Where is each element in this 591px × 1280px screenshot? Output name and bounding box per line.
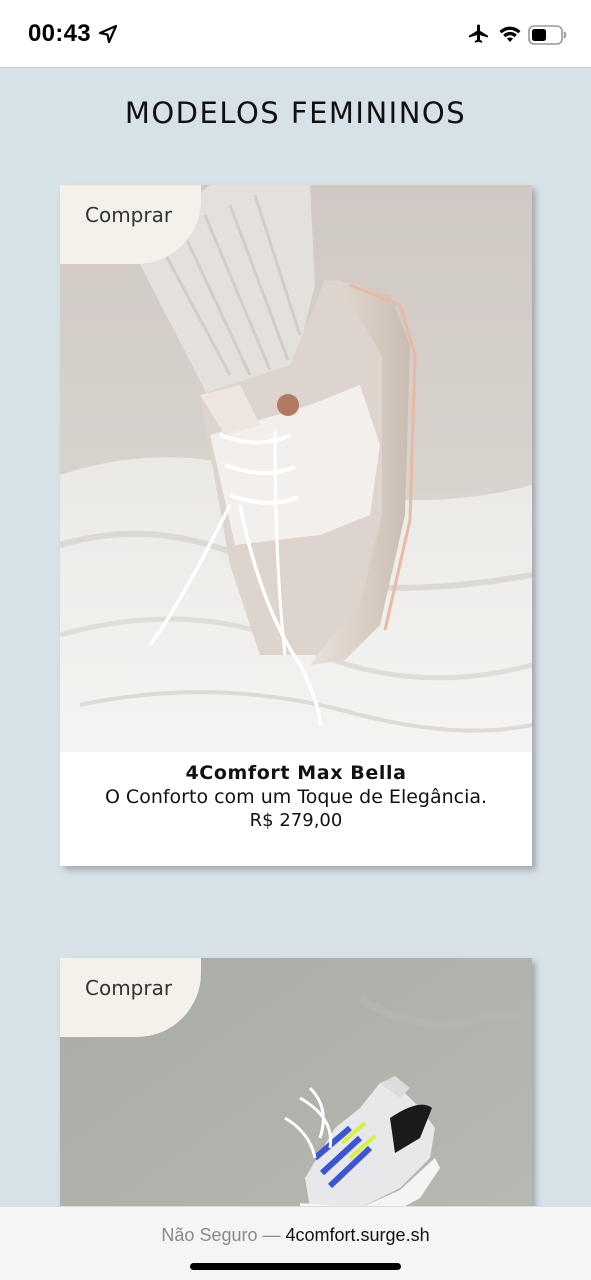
status-time: 00:43 (28, 20, 91, 47)
status-bar: 00:43 (0, 0, 591, 68)
airplane-icon (469, 24, 488, 43)
security-label: Não Seguro — (161, 1225, 281, 1245)
wifi-icon (499, 26, 521, 42)
product-price: R$ 279,00 (249, 810, 343, 831)
product-info: 4Comfort Max Bella O Conforto com um Toq… (60, 762, 532, 833)
product-description: O Conforto com um Toque de Elegância. (104, 786, 488, 808)
url-text[interactable]: Não Seguro — 4comfort.surge.sh (0, 1225, 591, 1246)
battery-icon (528, 25, 567, 45)
home-indicator[interactable] (190, 1263, 401, 1270)
browser-url-bar[interactable]: Não Seguro — 4comfort.surge.sh (0, 1206, 591, 1280)
page-title: MODELOS FEMININOS (124, 96, 467, 130)
product-photo (60, 185, 532, 752)
product-card: Comprar 4Comfort Max Bella O Conforto co… (60, 185, 532, 866)
url-domain[interactable]: 4comfort.surge.sh (286, 1225, 430, 1245)
product-name: 4Comfort Max Bella (185, 762, 407, 784)
location-arrow-icon (98, 24, 118, 44)
